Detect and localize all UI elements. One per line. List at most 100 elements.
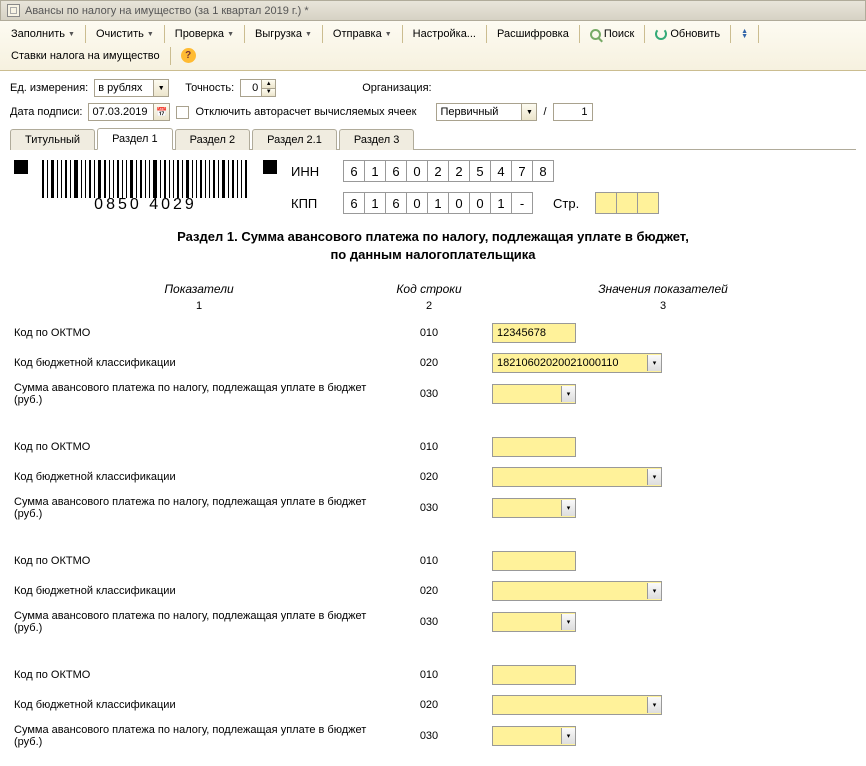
- digit-cell[interactable]: 0: [406, 160, 428, 182]
- digit-cell[interactable]: 2: [448, 160, 470, 182]
- chevron-down-icon[interactable]: ▾: [561, 386, 575, 402]
- digit-cell[interactable]: 1: [427, 192, 449, 214]
- spin-down-icon[interactable]: ▼: [262, 89, 275, 97]
- spin-up-icon[interactable]: ▲: [262, 80, 275, 89]
- check-button[interactable]: Проверка▼: [168, 24, 241, 44]
- unit-combo[interactable]: ▼: [94, 79, 169, 97]
- digit-cell[interactable]: 0: [406, 192, 428, 214]
- digit-cell[interactable]: 6: [343, 192, 365, 214]
- chevron-down-icon: ▼: [147, 31, 154, 38]
- search-icon: [590, 29, 601, 40]
- chevron-down-icon[interactable]: ▾: [647, 697, 661, 713]
- help-button[interactable]: ?: [174, 44, 203, 67]
- chevron-down-icon: ▼: [385, 31, 392, 38]
- doc-type-input[interactable]: [437, 104, 521, 120]
- digit-cell[interactable]: -: [511, 192, 533, 214]
- row-label: Сумма авансового платежа по налогу, подл…: [14, 496, 384, 520]
- chevron-down-icon[interactable]: ▾: [561, 500, 575, 516]
- expand-button[interactable]: ▲▼: [734, 25, 755, 43]
- row-label: Сумма авансового платежа по налогу, подл…: [14, 724, 384, 748]
- unit-input[interactable]: [95, 80, 153, 96]
- row-label: Код бюджетной классификации: [14, 357, 384, 369]
- value-input[interactable]: 18210602020021000110▾: [492, 353, 662, 373]
- digit-cell[interactable]: 5: [469, 160, 491, 182]
- decode-button[interactable]: Расшифровка: [490, 24, 576, 44]
- search-button[interactable]: Поиск: [583, 24, 641, 44]
- chevron-down-icon[interactable]: ▾: [561, 614, 575, 630]
- fill-button[interactable]: Заполнить▼: [4, 24, 82, 44]
- value-input[interactable]: ▾: [492, 467, 662, 487]
- row-label: Код по ОКТМО: [14, 441, 384, 453]
- precision-input[interactable]: [241, 80, 261, 96]
- chevron-down-icon[interactable]: ▾: [561, 728, 575, 744]
- tab-section1[interactable]: Раздел 1: [97, 128, 173, 150]
- tab-bar: Титульный Раздел 1 Раздел 2 Раздел 2.1 Р…: [10, 127, 856, 150]
- digit-cell[interactable]: 8: [532, 160, 554, 182]
- value-input[interactable]: [492, 437, 576, 457]
- chevron-down-icon[interactable]: ▾: [647, 355, 661, 371]
- digit-cell[interactable]: 6: [385, 192, 407, 214]
- row-label: Код бюджетной классификации: [14, 585, 384, 597]
- value-input[interactable]: 12345678: [492, 323, 576, 343]
- sign-date-label: Дата подписи:: [10, 106, 82, 118]
- value-input[interactable]: ▾: [492, 581, 662, 601]
- clear-button[interactable]: Очистить▼: [89, 24, 161, 44]
- tab-title[interactable]: Титульный: [10, 129, 95, 150]
- disable-calc-checkbox[interactable]: [176, 106, 189, 119]
- digit-cell[interactable]: 1: [490, 192, 512, 214]
- inn-cells[interactable]: 6160225478: [343, 160, 554, 182]
- chevron-down-icon[interactable]: ▾: [647, 469, 661, 485]
- digit-cell[interactable]: 2: [427, 160, 449, 182]
- value-input[interactable]: [492, 551, 576, 571]
- tab-section2[interactable]: Раздел 2: [175, 129, 251, 150]
- row-code: 030: [384, 730, 474, 742]
- value-input[interactable]: ▾: [492, 384, 576, 404]
- value-input[interactable]: ▾: [492, 695, 662, 715]
- digit-cell[interactable]: 1: [364, 192, 386, 214]
- chevron-down-icon[interactable]: ▾: [647, 583, 661, 599]
- table-row: Код по ОКТМО010: [14, 436, 852, 458]
- upload-button[interactable]: Выгрузка▼: [248, 24, 319, 44]
- page-cells[interactable]: [595, 192, 659, 214]
- chevron-down-icon[interactable]: ▼: [521, 104, 536, 120]
- sign-date-field[interactable]: 📅: [88, 103, 170, 121]
- toolbar: Заполнить▼ Очистить▼ Проверка▼ Выгрузка▼…: [0, 21, 866, 71]
- digit-cell[interactable]: 6: [343, 160, 365, 182]
- row-label: Код бюджетной классификации: [14, 699, 384, 711]
- chevron-down-icon[interactable]: ▼: [153, 80, 168, 96]
- row-code: 020: [384, 585, 474, 597]
- digit-cell[interactable]: [637, 192, 659, 214]
- digit-cell[interactable]: 0: [469, 192, 491, 214]
- refresh-button[interactable]: Обновить: [648, 24, 727, 44]
- chevron-down-icon: ▼: [68, 31, 75, 38]
- precision-label: Точность:: [185, 82, 234, 94]
- doc-type-combo[interactable]: ▼: [436, 103, 537, 121]
- digit-cell[interactable]: 4: [490, 160, 512, 182]
- section-title: Раздел 1. Сумма авансового платежа по на…: [54, 228, 812, 264]
- digit-cell[interactable]: 1: [364, 160, 386, 182]
- digit-cell[interactable]: [616, 192, 638, 214]
- digit-cell[interactable]: 0: [448, 192, 470, 214]
- value-input[interactable]: [492, 665, 576, 685]
- value-input[interactable]: ▾: [492, 612, 576, 632]
- digit-cell[interactable]: [595, 192, 617, 214]
- sign-date-input[interactable]: [89, 104, 153, 120]
- send-button[interactable]: Отправка▼: [326, 24, 399, 44]
- table-row: Код бюджетной классификации020▾: [14, 694, 852, 716]
- precision-spin[interactable]: ▲▼: [240, 79, 276, 97]
- setup-button[interactable]: Настройка...: [406, 24, 483, 44]
- table-row: Код бюджетной классификации020▾: [14, 466, 852, 488]
- window-title: Авансы по налогу на имущество (за 1 квар…: [25, 5, 309, 17]
- correction-number[interactable]: 1: [553, 103, 593, 121]
- value-input[interactable]: ▾: [492, 726, 576, 746]
- digit-cell[interactable]: 7: [511, 160, 533, 182]
- kpp-cells[interactable]: 61601001-: [343, 192, 533, 214]
- rates-button[interactable]: Ставки налога на имущество: [4, 46, 167, 66]
- chevron-down-icon: ▼: [305, 31, 312, 38]
- calendar-icon[interactable]: 📅: [153, 104, 169, 120]
- digit-cell[interactable]: 6: [385, 160, 407, 182]
- tab-section3[interactable]: Раздел 3: [339, 129, 415, 150]
- value-input[interactable]: ▾: [492, 498, 576, 518]
- row-code: 020: [384, 357, 474, 369]
- tab-section21[interactable]: Раздел 2.1: [252, 129, 337, 150]
